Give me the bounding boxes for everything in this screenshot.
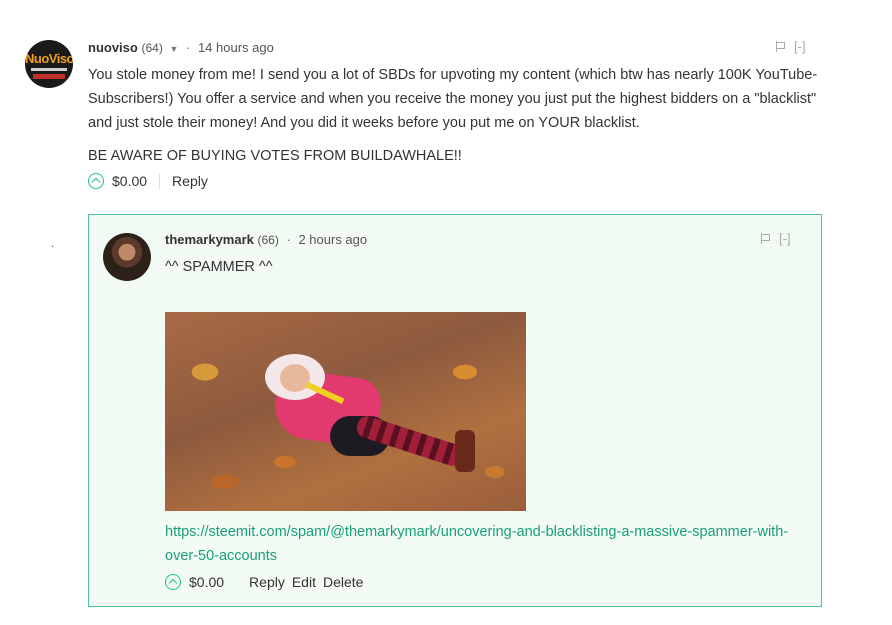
flag-icon[interactable] bbox=[761, 233, 771, 244]
edit-button[interactable]: Edit bbox=[292, 574, 316, 590]
avatar-logo-stripe bbox=[31, 68, 67, 71]
comment-time[interactable]: 2 hours ago bbox=[298, 232, 367, 247]
reply-comment-controls: [-] bbox=[761, 231, 791, 246]
reply-comment-footer: $0.00 Reply Edit Delete bbox=[165, 572, 370, 592]
avatar-logo-text: NuoViso bbox=[25, 51, 73, 66]
reply-button[interactable]: Reply bbox=[249, 574, 285, 590]
steemit-post-link[interactable]: https://steemit.com/spam/@themarkymark/u… bbox=[165, 520, 815, 568]
avatar-nuoviso[interactable]: NuoViso bbox=[25, 40, 73, 88]
collapse-button[interactable]: [-] bbox=[794, 39, 806, 54]
stray-dot: . bbox=[51, 236, 55, 250]
comment-paragraph: You stole money from me! I send you a lo… bbox=[88, 67, 818, 131]
avatar-logo-band bbox=[33, 74, 65, 79]
parent-comment-body: You stole money from me! I send you a lo… bbox=[88, 63, 818, 177]
avatar-themarkymark[interactable] bbox=[103, 233, 151, 281]
reply-button[interactable]: Reply bbox=[172, 173, 208, 189]
embedded-gif-image bbox=[165, 312, 526, 511]
payout-value[interactable]: $0.00 bbox=[112, 173, 147, 189]
parent-comment-header: nuoviso (64) ▼ · 14 hours ago bbox=[88, 39, 274, 58]
flag-icon[interactable] bbox=[776, 41, 786, 52]
separator-dot: · bbox=[286, 232, 291, 247]
delete-button[interactable]: Delete bbox=[323, 574, 363, 590]
upvote-icon[interactable] bbox=[88, 173, 104, 189]
parent-comment-controls: [-] bbox=[776, 39, 806, 54]
gif-child-boot bbox=[455, 430, 475, 472]
payout-value[interactable]: $0.00 bbox=[189, 574, 224, 590]
reply-comment-text: ^^ SPAMMER ^^ bbox=[165, 259, 273, 275]
gif-child-face bbox=[280, 364, 310, 392]
upvote-icon[interactable] bbox=[165, 574, 181, 590]
comment-paragraph: BE AWARE OF BUYING VOTES FROM BUILDAWHAL… bbox=[88, 148, 462, 164]
reply-comment-header: themarkymark (66) · 2 hours ago bbox=[165, 231, 367, 249]
parent-comment-footer: $0.00 Reply bbox=[88, 171, 215, 191]
chevron-down-icon[interactable]: ▼ bbox=[169, 44, 178, 54]
author-name[interactable]: themarkymark bbox=[165, 232, 254, 247]
separator-dot: · bbox=[185, 40, 191, 55]
comment-time[interactable]: 14 hours ago bbox=[198, 40, 274, 55]
author-reputation: (66) bbox=[257, 233, 279, 247]
divider bbox=[159, 173, 161, 189]
collapse-button[interactable]: [-] bbox=[779, 231, 791, 246]
author-reputation: (64) bbox=[141, 41, 163, 55]
author-name[interactable]: nuoviso bbox=[88, 40, 138, 55]
